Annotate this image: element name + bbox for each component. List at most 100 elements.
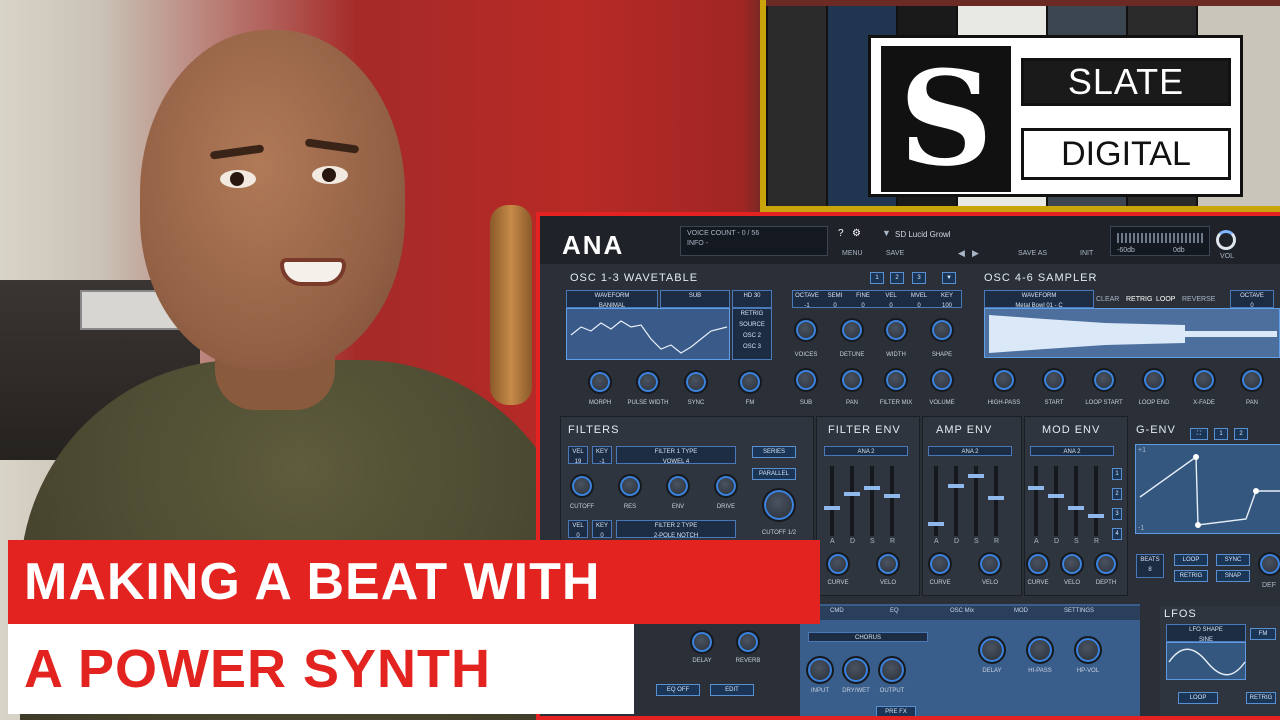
amp-env-a-slider[interactable]	[928, 466, 944, 536]
sampler-pan-knob[interactable]	[1240, 368, 1264, 392]
voices-knob[interactable]	[794, 318, 818, 342]
sync-knob[interactable]	[684, 370, 708, 394]
loop-start-knob[interactable]	[1092, 368, 1116, 392]
tab-osc-mix[interactable]: OSC Mix	[950, 608, 974, 614]
next-preset-icon[interactable]: ▶	[972, 248, 979, 259]
amp-env-r-slider[interactable]	[988, 466, 1004, 536]
osc46-octave[interactable]: OCTAVE 0	[1230, 290, 1274, 309]
init-button[interactable]: INIT	[1080, 250, 1093, 257]
g-env-tab-2[interactable]: 2	[1234, 428, 1248, 440]
preset-name[interactable]: SD Lucid Growl	[895, 230, 951, 239]
pre-fx-button[interactable]: PRE FX	[876, 706, 916, 716]
filter-key[interactable]: KEY -1	[592, 446, 612, 465]
high-pass-knob[interactable]	[992, 368, 1016, 392]
prev-preset-icon[interactable]: ◀	[958, 248, 965, 259]
g-env-def-knob[interactable]	[1258, 552, 1280, 576]
help-icon[interactable]: ?	[838, 228, 844, 239]
g-env-tab-1[interactable]: 1	[1214, 428, 1228, 440]
filter-env-s-slider[interactable]	[864, 466, 880, 536]
env-knob[interactable]	[666, 474, 690, 498]
tab-eq[interactable]: EQ	[890, 608, 899, 614]
start-knob[interactable]	[1042, 368, 1066, 392]
mix-delay-knob[interactable]	[690, 630, 714, 654]
filter-vel[interactable]: VEL 19	[568, 446, 588, 465]
osc-tab-1[interactable]: 1	[870, 272, 884, 284]
osc46-waveform-selector[interactable]: WAVEFORM Metal Bowl 01 - C	[984, 290, 1094, 309]
preset-dropdown-icon[interactable]: ▼	[882, 228, 891, 238]
pulse-width-knob[interactable]	[636, 370, 660, 394]
sub-knob[interactable]	[794, 368, 818, 392]
series-button[interactable]: SERIES	[752, 446, 796, 458]
x-fade-knob[interactable]	[1192, 368, 1216, 392]
pan-knob[interactable]	[840, 368, 864, 392]
parallel-button[interactable]: PARALLEL	[752, 468, 796, 480]
retrig-button[interactable]: RETRIG	[1126, 296, 1152, 303]
mod-slot-1[interactable]: 1	[1112, 468, 1122, 480]
mod-slot-2[interactable]: 2	[1112, 488, 1122, 500]
g-env-sync-button[interactable]: SYNC	[1216, 554, 1250, 566]
fx-output-knob[interactable]	[878, 656, 906, 684]
filter-env-a-slider[interactable]	[824, 466, 840, 536]
shape-knob[interactable]	[930, 318, 954, 342]
mod-env-d-slider[interactable]	[1048, 466, 1064, 536]
filter1-type[interactable]: FILTER 1 TYPE VOWEL 4	[616, 446, 736, 465]
filter-env-velo-knob[interactable]	[876, 552, 900, 576]
mod-env-s-slider[interactable]	[1068, 466, 1084, 536]
fx-delay-knob[interactable]	[978, 636, 1006, 664]
amp-env-source[interactable]: ANA 2	[928, 446, 1012, 456]
reverse-button[interactable]: REVERSE	[1182, 296, 1215, 303]
mod-env-a-slider[interactable]	[1028, 466, 1044, 536]
tab-settings[interactable]: SETTINGS	[1064, 608, 1094, 614]
filter-env-d-slider[interactable]	[844, 466, 860, 536]
osc13-params[interactable]: OCTAVE -1 SEMI 0 FINE 0 VEL 0 MVEL 0 KEY 100	[792, 290, 962, 309]
beats-field[interactable]: BEATS 8	[1136, 554, 1164, 578]
filter-env-source[interactable]: ANA 2	[824, 446, 908, 456]
eq-off-button[interactable]: EQ OFF	[656, 684, 700, 696]
osc13-waveform-selector[interactable]: WAVEFORM BANIMAL	[566, 290, 658, 309]
edit-button[interactable]: EDIT	[710, 684, 754, 696]
wavetable-display[interactable]	[566, 308, 730, 360]
mod-env-source[interactable]: ANA 2	[1030, 446, 1114, 456]
lfo-loop-button[interactable]: LOOP	[1178, 692, 1218, 704]
save-as-button[interactable]: SAVE AS	[1018, 250, 1047, 257]
mod-slot-3[interactable]: 3	[1112, 508, 1122, 520]
filter2-vel[interactable]: VEL 0	[568, 520, 588, 539]
filter2-type[interactable]: FILTER 2 TYPE 2-POLE NOTCH	[616, 520, 736, 539]
g-env-snap-button[interactable]: SNAP	[1216, 570, 1250, 582]
detune-knob[interactable]	[840, 318, 864, 342]
mod-env-velo-knob[interactable]	[1060, 552, 1084, 576]
mix-reverb-knob[interactable]	[736, 630, 760, 654]
width-knob[interactable]	[884, 318, 908, 342]
lfo-retrig-button[interactable]: RETRIG	[1246, 692, 1276, 704]
cutoff12-knob[interactable]	[762, 488, 796, 522]
osc13-sub-selector[interactable]: SUB	[660, 290, 730, 308]
osc-tab-2[interactable]: 2	[890, 272, 904, 284]
amp-env-d-slider[interactable]	[948, 466, 964, 536]
gear-icon[interactable]: ⚙	[852, 228, 861, 239]
fx-effect-selector[interactable]: CHORUS	[808, 632, 928, 642]
tab-cmd[interactable]: CMD	[830, 608, 844, 614]
g-env-loop-button[interactable]: LOOP	[1174, 554, 1208, 566]
amp-env-curve-knob[interactable]	[928, 552, 952, 576]
filter2-key[interactable]: KEY 0	[592, 520, 612, 539]
cutoff-knob[interactable]	[570, 474, 594, 498]
source-panel[interactable]: RETRIG SOURCE OSC 2 OSC 3	[732, 308, 772, 360]
lfo-shape-selector[interactable]: LFO SHAPE SINE	[1166, 624, 1246, 643]
sample-display[interactable]	[984, 308, 1280, 358]
mod-env-r-slider[interactable]	[1088, 466, 1104, 536]
osc-tab-3[interactable]: 3	[912, 272, 926, 284]
volume-knob[interactable]	[1216, 230, 1236, 250]
g-env-retrig-button[interactable]: RETRIG	[1174, 570, 1208, 582]
res-knob[interactable]	[618, 474, 642, 498]
loop-end-knob[interactable]	[1142, 368, 1166, 392]
fm-knob[interactable]	[738, 370, 762, 394]
filter-mix-knob[interactable]	[884, 368, 908, 392]
mod-slot-4[interactable]: 4	[1112, 528, 1122, 540]
fx-input-knob[interactable]	[806, 656, 834, 684]
lfo-display[interactable]	[1166, 642, 1246, 680]
volume-knob-osc[interactable]	[930, 368, 954, 392]
menu-button[interactable]: MENU	[842, 250, 863, 257]
amp-env-s-slider[interactable]	[968, 466, 984, 536]
save-button[interactable]: SAVE	[886, 250, 904, 257]
clear-button[interactable]: CLEAR	[1096, 296, 1119, 303]
